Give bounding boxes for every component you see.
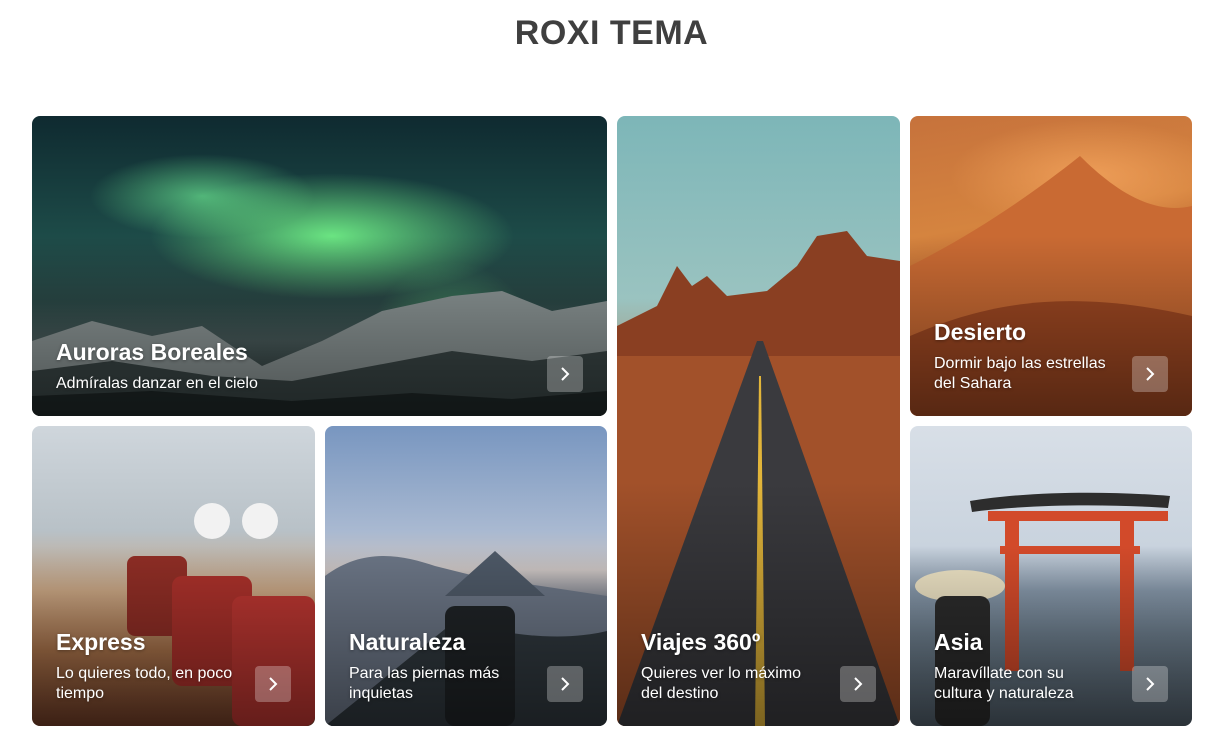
- card-text: Viajes 360º Quieres ver lo máximo del de…: [641, 629, 820, 704]
- card-subtitle: Quieres ver lo máximo del destino: [641, 665, 802, 702]
- card-title: Auroras Boreales: [56, 339, 248, 365]
- page-title: ROXI TEMA: [514, 14, 709, 52]
- card-title: Viajes 360º: [641, 629, 761, 655]
- chevron-right-icon: [561, 677, 570, 691]
- card-text: Naturaleza Para las piernas más inquieta…: [349, 629, 527, 704]
- card-subtitle: Dormir bajo las estrellas del Sahara: [934, 355, 1106, 392]
- chevron-right-icon: [269, 677, 278, 691]
- card-subtitle: Para las piernas más inquietas: [349, 665, 500, 702]
- card-express[interactable]: Express Lo quieres todo, en poco tiempo: [32, 426, 315, 726]
- card-arrow-button[interactable]: [840, 666, 876, 702]
- card-arrow-button[interactable]: [255, 666, 291, 702]
- card-subtitle: Lo quieres todo, en poco tiempo: [56, 665, 233, 702]
- card-text: Express Lo quieres todo, en poco tiempo: [56, 629, 235, 704]
- card-text: Asia Maravíllate con su cultura y natura…: [934, 629, 1112, 704]
- card-text: Auroras Boreales Admíralas danzar en el …: [56, 339, 527, 394]
- chevron-right-icon: [854, 677, 863, 691]
- card-subtitle: Maravíllate con su cultura y naturaleza: [934, 665, 1074, 702]
- card-naturaleza[interactable]: Naturaleza Para las piernas más inquieta…: [325, 426, 607, 726]
- card-desierto[interactable]: Desierto Dormir bajo las estrellas del S…: [910, 116, 1192, 416]
- theme-grid: Auroras Boreales Admíralas danzar en el …: [32, 116, 1192, 726]
- card-asia[interactable]: Asia Maravíllate con su cultura y natura…: [910, 426, 1192, 726]
- card-title: Asia: [934, 629, 983, 655]
- chevron-right-icon: [1146, 677, 1155, 691]
- card-subtitle: Admíralas danzar en el cielo: [56, 375, 258, 392]
- card-arrow-button[interactable]: [1132, 666, 1168, 702]
- chevron-right-icon: [561, 367, 570, 381]
- card-title: Desierto: [934, 319, 1027, 345]
- card-arrow-button[interactable]: [1132, 356, 1168, 392]
- card-auroras-boreales[interactable]: Auroras Boreales Admíralas danzar en el …: [32, 116, 607, 416]
- card-arrow-button[interactable]: [547, 356, 583, 392]
- card-text: Desierto Dormir bajo las estrellas del S…: [934, 319, 1112, 394]
- card-title: Express: [56, 629, 146, 655]
- card-arrow-button[interactable]: [547, 666, 583, 702]
- chevron-right-icon: [1146, 367, 1155, 381]
- card-viajes-360[interactable]: Viajes 360º Quieres ver lo máximo del de…: [617, 116, 900, 726]
- card-title: Naturaleza: [349, 629, 466, 655]
